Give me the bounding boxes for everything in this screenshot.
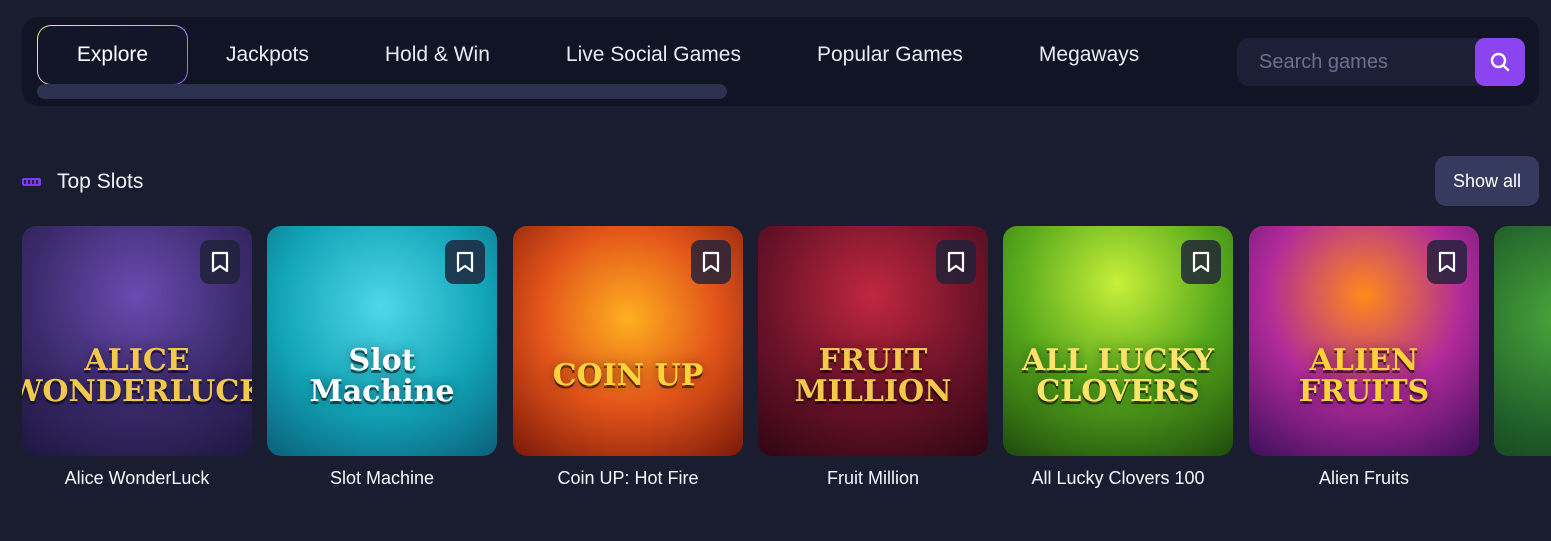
game-card[interactable]: ALL LUCKY CLOVERS All Lucky Clovers 100 <box>1003 226 1233 489</box>
games-row: ALICE WONDERLUCK Alice WonderLuck Slot M… <box>22 226 1551 506</box>
game-card[interactable]: Slot Machine Slot Machine <box>267 226 497 489</box>
tabs-scrollbar[interactable] <box>37 84 727 99</box>
game-card[interactable]: COIN UP Coin UP: Hot Fire <box>513 226 743 489</box>
section-header: Top Slots <box>22 160 143 204</box>
category-tabs: Explore Jackpots Hold & Win Live Social … <box>37 25 1177 85</box>
game-card[interactable]: FRUIT MILLION Fruit Million <box>758 226 988 489</box>
game-art-title: COIN UP <box>552 358 704 394</box>
slot-section-icon <box>22 178 41 186</box>
tab-hold-and-win[interactable]: Hold & Win <box>347 25 528 85</box>
game-name[interactable]: Slot Machine <box>267 468 497 489</box>
search-icon <box>1490 52 1510 72</box>
show-all-button[interactable]: Show all <box>1435 156 1539 206</box>
bookmark-icon <box>702 251 720 273</box>
bookmark-button[interactable] <box>200 240 240 284</box>
game-name[interactable]: Alien Fruits <box>1249 468 1479 489</box>
game-thumbnail[interactable]: ALL LUCKY CLOVERS <box>1003 226 1233 456</box>
game-art-title: ALIEN FRUITS <box>1298 342 1430 409</box>
bookmark-icon <box>1192 251 1210 273</box>
search-input[interactable] <box>1237 38 1473 86</box>
search-box <box>1237 38 1525 86</box>
game-card[interactable] <box>1494 226 1551 468</box>
game-thumbnail[interactable] <box>1494 226 1551 456</box>
section-title: Top Slots <box>57 170 144 193</box>
game-art-title: Slot Machine <box>309 342 455 409</box>
bookmark-icon <box>456 251 474 273</box>
tab-popular-games[interactable]: Popular Games <box>779 25 1001 85</box>
bookmark-button[interactable] <box>1181 240 1221 284</box>
search-button[interactable] <box>1475 38 1525 86</box>
tab-jackpots[interactable]: Jackpots <box>188 25 347 85</box>
game-thumbnail[interactable]: ALIEN FRUITS <box>1249 226 1479 456</box>
bookmark-button[interactable] <box>936 240 976 284</box>
game-thumbnail[interactable]: ALICE WONDERLUCK <box>22 226 252 456</box>
category-nav-bar: Explore Jackpots Hold & Win Live Social … <box>22 17 1539 106</box>
game-card[interactable]: ALIEN FRUITS Alien Fruits <box>1249 226 1479 489</box>
game-card[interactable]: ALICE WONDERLUCK Alice WonderLuck <box>22 226 252 489</box>
game-name[interactable]: Coin UP: Hot Fire <box>513 468 743 489</box>
tab-explore[interactable]: Explore <box>37 25 188 85</box>
tab-megaways[interactable]: Megaways <box>1001 25 1177 85</box>
tab-live-social-games[interactable]: Live Social Games <box>528 25 779 85</box>
game-name[interactable]: All Lucky Clovers 100 <box>1003 468 1233 489</box>
bookmark-icon <box>947 251 965 273</box>
game-art-title: FRUIT MILLION <box>794 342 952 409</box>
bookmark-button[interactable] <box>691 240 731 284</box>
bookmark-button[interactable] <box>1427 240 1467 284</box>
game-thumbnail[interactable]: FRUIT MILLION <box>758 226 988 456</box>
bookmark-button[interactable] <box>445 240 485 284</box>
game-name[interactable]: Fruit Million <box>758 468 988 489</box>
game-art-title: ALICE WONDERLUCK <box>22 342 252 409</box>
game-thumbnail[interactable]: COIN UP <box>513 226 743 456</box>
bookmark-icon <box>211 251 229 273</box>
bookmark-icon <box>1438 251 1456 273</box>
game-thumbnail[interactable]: Slot Machine <box>267 226 497 456</box>
game-art-title: ALL LUCKY CLOVERS <box>1021 342 1215 409</box>
game-name[interactable]: Alice WonderLuck <box>22 468 252 489</box>
